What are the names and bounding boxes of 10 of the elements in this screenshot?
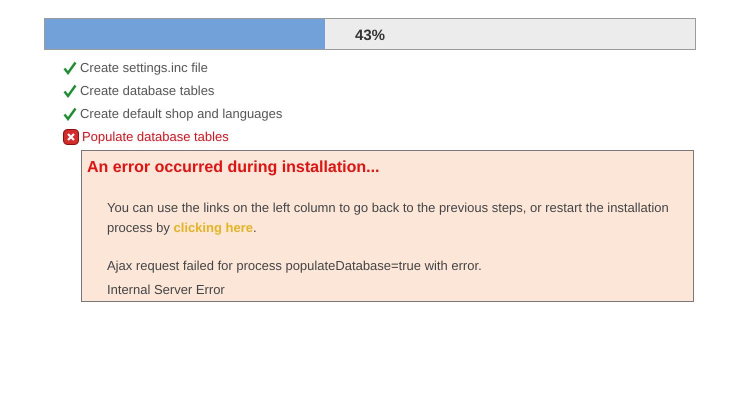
step-label: Populate database tables (82, 128, 229, 146)
error-message: You can use the links on the left column to go back to the previous steps, or restart the installation process by clicking here. (107, 199, 670, 237)
restart-link[interactable]: clicking here (173, 220, 253, 235)
step-label: Create database tables (80, 82, 214, 100)
error-title: An error occurred during installation... (87, 158, 380, 178)
step-label: Create settings.inc file (80, 59, 208, 78)
progress-percent: 43% (355, 26, 386, 46)
step-label: Create default shop and languages (80, 105, 282, 124)
error-detail: Ajax request failed for process populateDatabase=true with error. (107, 257, 483, 275)
error-detail: Internal Server Error (107, 281, 226, 299)
